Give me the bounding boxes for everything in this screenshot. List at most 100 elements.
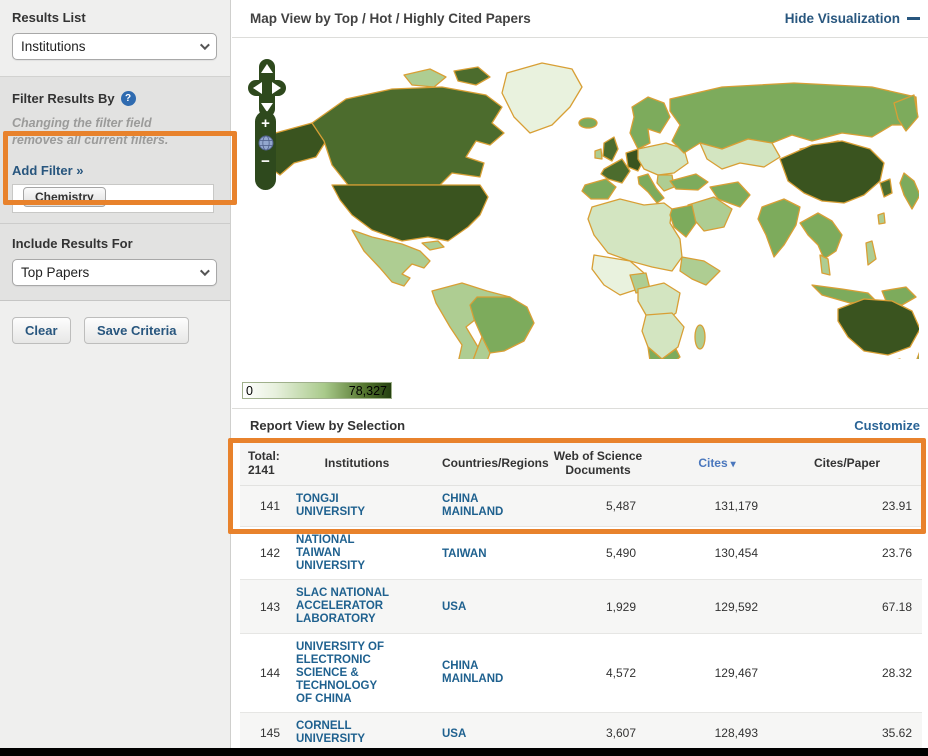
- cites-value: 131,179: [662, 486, 772, 527]
- country-turkey: [670, 174, 708, 190]
- zoom-out-button[interactable]: −: [255, 154, 276, 169]
- wos-documents-value: 5,487: [534, 486, 662, 527]
- filter-chip-chemistry[interactable]: Chemistry: [23, 187, 106, 207]
- map-header-bar: Map View by Top / Hot / Highly Cited Pap…: [232, 0, 928, 38]
- country-china: [780, 141, 884, 203]
- filter-section: Filter Results By ? Changing the filter …: [0, 76, 230, 224]
- world-map[interactable]: + − 0 78,327: [232, 39, 928, 377]
- cites-per-paper-value: 23.91: [772, 486, 922, 527]
- add-filter-link[interactable]: Add Filter »: [12, 163, 218, 178]
- institution-link[interactable]: TONGJI UNIVERSITY: [296, 493, 394, 519]
- institution-link[interactable]: NATIONAL TAIWAN UNIVERSITY: [296, 534, 394, 573]
- row-rank: 144: [240, 634, 292, 713]
- table-row: 142NATIONAL TAIWAN UNIVERSITY TAIWAN 5,490…: [240, 526, 922, 580]
- cites-per-paper-value: 28.32: [772, 634, 922, 713]
- country-canada: [312, 87, 504, 185]
- header-institutions: Institutions: [292, 441, 422, 486]
- cites-per-paper-value: 67.18: [772, 580, 922, 634]
- country-greenland: [502, 63, 582, 133]
- chevron-down-icon: [200, 40, 210, 50]
- country-madagascar: [695, 325, 705, 349]
- minus-icon: [907, 17, 920, 20]
- country-uk: [603, 137, 618, 161]
- country-ireland: [595, 149, 602, 159]
- sort-descending-icon: ▾: [731, 459, 736, 470]
- esi-screen: Results List Institutions Filter Results…: [0, 0, 928, 756]
- cites-per-paper-value: 23.76: [772, 526, 922, 580]
- zoom-control[interactable]: + −: [255, 111, 276, 190]
- country-philippines: [866, 241, 876, 265]
- wos-documents-value: 4,572: [534, 634, 662, 713]
- country-russia: [670, 83, 917, 153]
- customize-link[interactable]: Customize: [854, 418, 920, 433]
- include-results-select[interactable]: Top Papers: [12, 259, 217, 286]
- country-iceland: [579, 118, 597, 128]
- filter-note: Changing the filter field removes all cu…: [12, 115, 218, 149]
- country-korea: [880, 179, 892, 197]
- country-australia: [838, 299, 919, 355]
- report-table-body: 141TONGJI UNIVERSITYCHINA MAINLAND5,4871…: [240, 486, 922, 756]
- globe-icon[interactable]: [258, 135, 274, 151]
- country-region-link[interactable]: USA: [442, 601, 466, 614]
- table-row: 144UNIVERSITY OF ELECTRONIC SCIENCE & TE…: [240, 634, 922, 713]
- row-rank: 143: [240, 580, 292, 634]
- save-criteria-button[interactable]: Save Criteria: [84, 317, 190, 344]
- header-cites-sort[interactable]: Cites▾: [662, 441, 772, 486]
- country-norway-sweden: [630, 97, 670, 149]
- southeast-asia: [800, 213, 842, 259]
- include-results-label: Include Results For: [12, 236, 218, 251]
- header-total-count: Total: 2141: [240, 441, 292, 486]
- horn-of-africa: [680, 257, 720, 285]
- results-list-select[interactable]: Institutions: [12, 33, 217, 60]
- malay-peninsula: [820, 255, 830, 275]
- help-icon[interactable]: ?: [121, 91, 136, 106]
- institution-link[interactable]: SLAC NATIONAL ACCELERATOR LABORATORY: [296, 587, 394, 626]
- arctic-island: [404, 69, 446, 87]
- country-region-link[interactable]: TAIWAN: [442, 548, 487, 561]
- legend-max-value: 78,327: [349, 384, 387, 398]
- include-results-selected-value: Top Papers: [21, 265, 89, 280]
- header-countries-regions: Countries/Regions: [422, 441, 534, 486]
- country-new-zealand-south: [917, 349, 919, 359]
- results-list-label: Results List: [12, 10, 218, 25]
- results-list-selected-value: Institutions: [21, 39, 86, 54]
- cites-value: 129,592: [662, 580, 772, 634]
- header-cites-per-paper: Cites/Paper: [772, 441, 922, 486]
- cites-value: 129,467: [662, 634, 772, 713]
- country-cuba: [422, 241, 444, 250]
- table-header-row: Total: 2141 Institutions Countries/Regio…: [240, 441, 922, 486]
- arctic-island: [454, 67, 490, 85]
- institution-link[interactable]: CORNELL UNIVERSITY: [296, 720, 394, 746]
- hide-visualization-link[interactable]: Hide Visualization: [785, 11, 920, 26]
- table-row: 141TONGJI UNIVERSITYCHINA MAINLAND5,4871…: [240, 486, 922, 527]
- country-region-link[interactable]: CHINA MAINLAND: [442, 493, 524, 519]
- map-legend: 0 78,327: [242, 382, 392, 399]
- report-table: Total: 2141 Institutions Countries/Regio…: [240, 441, 922, 756]
- legend-min-value: 0: [246, 384, 253, 398]
- choropleth-map-svg[interactable]: [254, 47, 919, 359]
- zoom-in-button[interactable]: +: [255, 116, 276, 131]
- header-wos-documents: Web of Science Documents: [534, 441, 662, 486]
- chevron-down-icon: [200, 266, 210, 276]
- country-region-link[interactable]: CHINA MAINLAND: [442, 660, 524, 686]
- row-rank: 142: [240, 526, 292, 580]
- wos-documents-value: 5,490: [534, 526, 662, 580]
- filter-results-by-label: Filter Results By: [12, 91, 115, 106]
- section-divider: [232, 408, 928, 409]
- country-taiwan: [878, 213, 885, 224]
- report-view-title: Report View by Selection: [250, 418, 405, 433]
- wos-documents-value: 1,929: [534, 580, 662, 634]
- clear-button[interactable]: Clear: [12, 317, 71, 344]
- filter-chip-box: Chemistry: [12, 184, 214, 213]
- country-region-link[interactable]: USA: [442, 728, 466, 741]
- table-row: 143SLAC NATIONAL ACCELERATOR LABORATORY U…: [240, 580, 922, 634]
- map-view-title: Map View by Top / Hot / Highly Cited Pap…: [250, 11, 531, 26]
- pan-control[interactable]: [248, 59, 286, 117]
- country-japan: [900, 173, 919, 209]
- country-india: [758, 199, 800, 257]
- sidebar: Results List Institutions Filter Results…: [0, 0, 231, 748]
- cites-value: 130,454: [662, 526, 772, 580]
- main-panel: Map View by Top / Hot / Highly Cited Pap…: [232, 0, 928, 748]
- screenshot-bottom-bar: [0, 748, 928, 756]
- institution-link[interactable]: UNIVERSITY OF ELECTRONIC SCIENCE & TECHN…: [296, 641, 394, 705]
